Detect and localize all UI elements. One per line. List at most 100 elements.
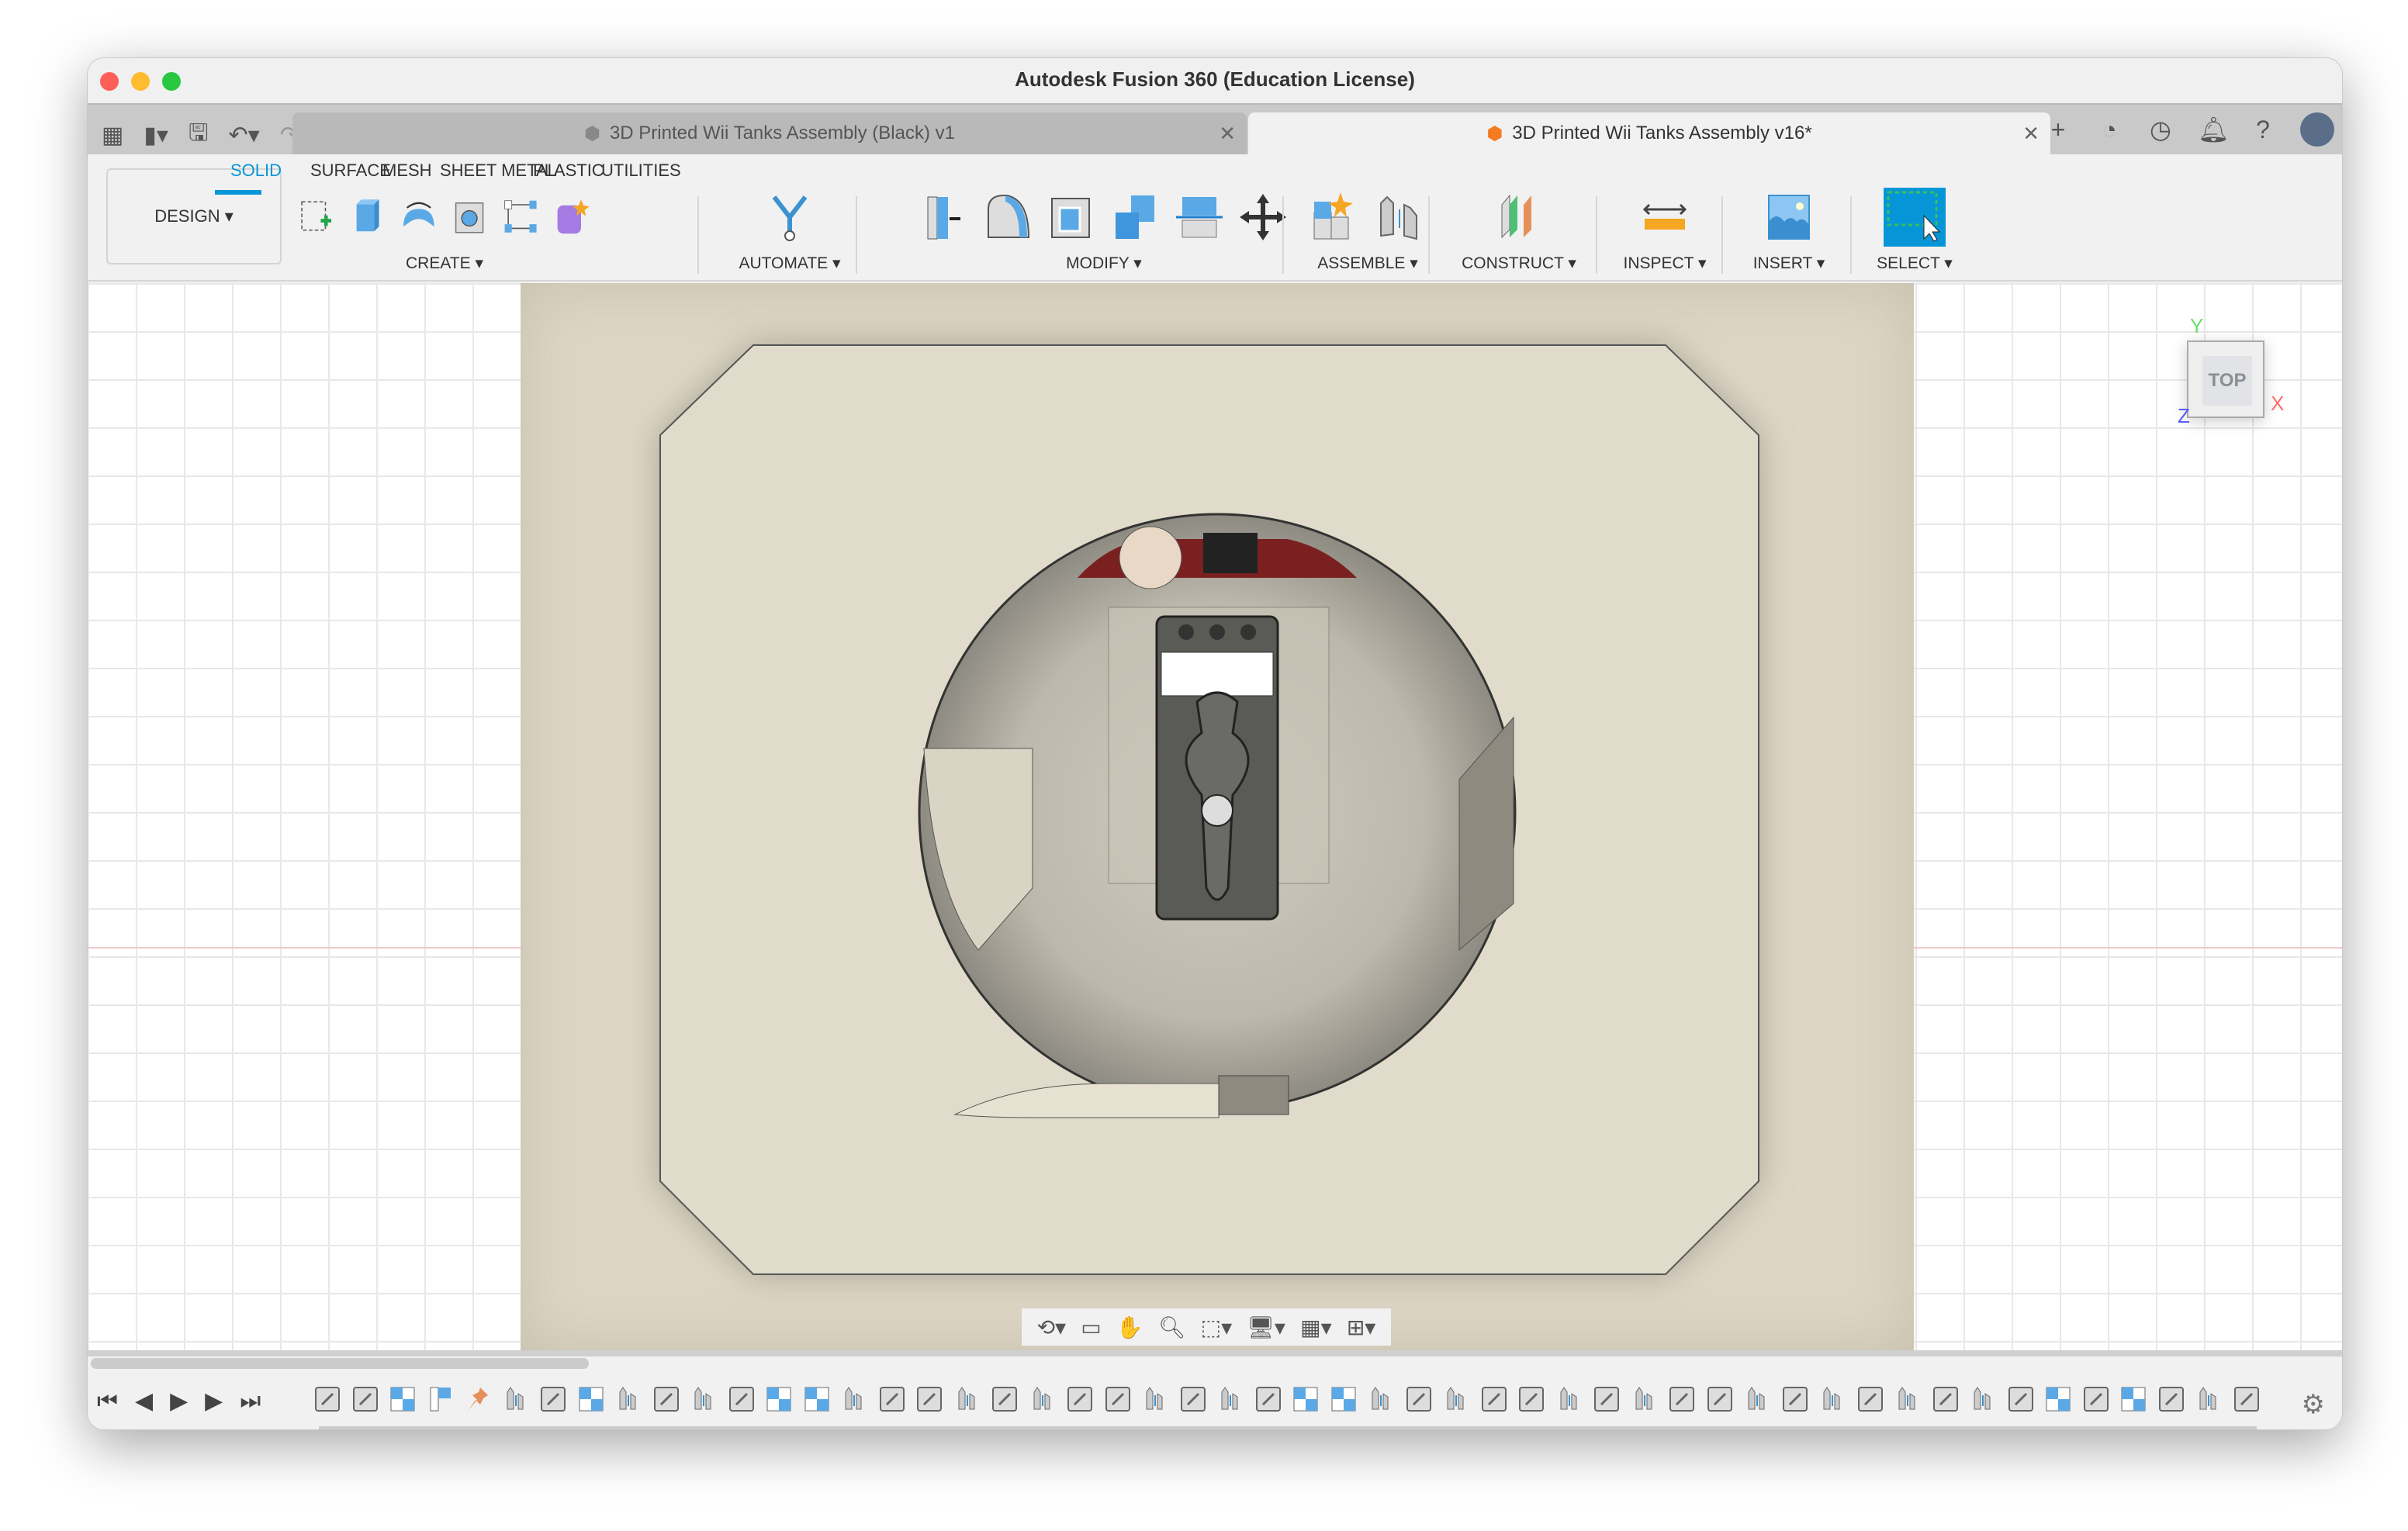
timeline-rigid-group-icon[interactable] bbox=[1329, 1384, 1358, 1414]
insert-menu[interactable]: INSERT ▾ bbox=[1726, 254, 1852, 273]
construct-menu[interactable]: CONSTRUCT ▾ bbox=[1438, 254, 1600, 273]
save-icon[interactable]: 🖫 bbox=[189, 116, 209, 155]
tab-mesh[interactable]: MESH bbox=[382, 161, 432, 181]
job-status-icon[interactable]: ◔ bbox=[2095, 116, 2123, 144]
workspace-switcher[interactable]: DESIGN ▾ bbox=[106, 168, 282, 264]
measure-icon[interactable] bbox=[1638, 191, 1691, 244]
split-body-icon[interactable] bbox=[1173, 191, 1226, 244]
select-menu[interactable]: SELECT ▾ bbox=[1855, 254, 1974, 273]
canvas-viewport[interactable]: TOP Y X Z ⟲▾ ▭ ✋ 🔍︎ ⬚▾ 🖥︎▾ ▦▾ ⊞▾ bbox=[88, 283, 2342, 1350]
extrude-icon[interactable] bbox=[348, 191, 389, 244]
timeline-joint-icon[interactable] bbox=[2157, 1384, 2186, 1414]
timeline-motion-link-icon[interactable] bbox=[501, 1384, 531, 1414]
joint-icon[interactable] bbox=[1373, 191, 1426, 244]
display-settings-icon[interactable]: 🖥︎▾ bbox=[1247, 1315, 1285, 1340]
timeline-motion-link-icon[interactable] bbox=[689, 1384, 718, 1414]
timeline-joint-icon[interactable] bbox=[538, 1384, 568, 1414]
timeline-motion-link-icon[interactable] bbox=[1140, 1384, 1170, 1414]
timeline-joint-icon[interactable] bbox=[1780, 1384, 1810, 1414]
combine-icon[interactable] bbox=[1109, 191, 1162, 244]
timeline-motion-link-icon[interactable] bbox=[1968, 1384, 1998, 1414]
timeline-rigid-group-icon[interactable] bbox=[2043, 1384, 2073, 1414]
timeline-motion-link-icon[interactable] bbox=[1216, 1384, 1245, 1414]
move-copy-icon[interactable] bbox=[1237, 191, 1289, 244]
timeline-rigid-group-icon[interactable] bbox=[764, 1384, 794, 1414]
timeline-motion-link-icon[interactable] bbox=[1028, 1384, 1057, 1414]
timeline-joint-icon[interactable] bbox=[1592, 1384, 1621, 1414]
undo-icon[interactable]: ↶▾ bbox=[229, 122, 260, 149]
timeline-joint-icon[interactable] bbox=[1065, 1384, 1095, 1414]
user-avatar[interactable] bbox=[2300, 112, 2334, 147]
select-icon[interactable] bbox=[1884, 188, 1946, 247]
timeline-pin-icon[interactable] bbox=[463, 1384, 493, 1414]
timeline-scrollbar[interactable] bbox=[91, 1358, 589, 1369]
timeline-joint-icon[interactable] bbox=[877, 1384, 907, 1414]
timeline-as-built-icon[interactable] bbox=[426, 1384, 455, 1414]
automate-menu[interactable]: AUTOMATE ▾ bbox=[701, 254, 879, 273]
timeline-motion-link-icon[interactable] bbox=[1441, 1384, 1471, 1414]
tab-surface[interactable]: SURFACE bbox=[310, 161, 391, 181]
hole-icon[interactable] bbox=[450, 191, 490, 244]
timeline-motion-link-icon[interactable] bbox=[953, 1384, 982, 1414]
timeline-motion-link-icon[interactable] bbox=[1555, 1384, 1584, 1414]
help-icon[interactable]: ? bbox=[2249, 116, 2277, 144]
timeline-motion-link-icon[interactable] bbox=[1366, 1384, 1396, 1414]
fillet-icon[interactable] bbox=[982, 191, 1035, 244]
timeline-joint-icon[interactable] bbox=[1178, 1384, 1208, 1414]
go-to-start-icon[interactable]: ⏮ bbox=[97, 1388, 118, 1415]
orbit-icon[interactable]: ⟲▾ bbox=[1037, 1315, 1067, 1340]
go-to-end-icon[interactable]: ⏭ bbox=[240, 1388, 261, 1415]
play-icon[interactable]: ▶ bbox=[170, 1388, 188, 1415]
document-tab-black-v1[interactable]: ⬢ 3D Printed Wii Tanks Assembly (Black) … bbox=[292, 112, 1247, 154]
document-tab-v16[interactable]: ⬢ 3D Printed Wii Tanks Assembly v16* ✕ bbox=[1248, 112, 2050, 154]
timeline-motion-link-icon[interactable] bbox=[2194, 1384, 2223, 1414]
view-cube[interactable]: TOP bbox=[2187, 340, 2264, 418]
app-grid-icon[interactable]: ▦ bbox=[102, 122, 123, 149]
pan-hand-icon[interactable]: ✋ bbox=[1116, 1315, 1143, 1340]
zoom-icon[interactable]: 🔍︎ bbox=[1158, 1315, 1186, 1340]
look-at-icon[interactable]: ▭ bbox=[1081, 1315, 1101, 1340]
create-menu[interactable]: CREATE ▾ bbox=[297, 254, 592, 273]
create-sketch-icon[interactable] bbox=[297, 191, 337, 244]
file-menu-icon[interactable]: ▮▾ bbox=[144, 122, 168, 149]
tab-utilities[interactable]: UTILITIES bbox=[601, 161, 681, 181]
step-forward-icon[interactable]: ▶ bbox=[205, 1388, 223, 1415]
timeline-joint-icon[interactable] bbox=[652, 1384, 681, 1414]
timeline-joint-icon[interactable] bbox=[2232, 1384, 2261, 1414]
timeline-joint-icon[interactable] bbox=[351, 1384, 380, 1414]
timeline-joint-icon[interactable] bbox=[1856, 1384, 1885, 1414]
timeline-motion-link-icon[interactable] bbox=[1893, 1384, 1922, 1414]
grid-settings-icon[interactable]: ▦▾ bbox=[1300, 1315, 1332, 1340]
create-form-icon[interactable] bbox=[552, 191, 592, 244]
timeline-joint-icon[interactable] bbox=[1931, 1384, 1960, 1414]
timeline-motion-link-icon[interactable] bbox=[614, 1384, 643, 1414]
rectangular-pattern-icon[interactable] bbox=[501, 191, 541, 244]
timeline-rigid-group-icon[interactable] bbox=[802, 1384, 832, 1414]
history-clock-icon[interactable]: ◷ bbox=[2147, 115, 2174, 144]
view-cube-top-face[interactable]: TOP bbox=[2202, 356, 2252, 406]
press-pull-icon[interactable] bbox=[919, 191, 971, 244]
modify-menu[interactable]: MODIFY ▾ bbox=[863, 254, 1344, 273]
offset-plane-icon[interactable] bbox=[1493, 191, 1545, 244]
new-tab-icon[interactable]: + bbox=[2044, 116, 2072, 144]
timeline-joint-icon[interactable] bbox=[2006, 1384, 2036, 1414]
timeline-joint-icon[interactable] bbox=[1479, 1384, 1509, 1414]
timeline-motion-link-icon[interactable] bbox=[1818, 1384, 1847, 1414]
shell-icon[interactable] bbox=[1046, 191, 1098, 244]
step-back-icon[interactable]: ◀ bbox=[135, 1388, 153, 1415]
viewports-icon[interactable]: ⊞▾ bbox=[1347, 1315, 1376, 1340]
timeline-rigid-group-icon[interactable] bbox=[1291, 1384, 1320, 1414]
tab-plastic[interactable]: PLASTIC bbox=[533, 161, 604, 181]
fit-window-icon[interactable]: ⬚▾ bbox=[1201, 1315, 1233, 1340]
timeline-joint-icon[interactable] bbox=[313, 1384, 342, 1414]
revolve-icon[interactable] bbox=[399, 191, 439, 244]
timeline-rigid-group-icon[interactable] bbox=[388, 1384, 417, 1414]
timeline-settings-gear-icon[interactable]: ⚙ bbox=[2302, 1389, 2325, 1420]
timeline-motion-link-icon[interactable] bbox=[1630, 1384, 1659, 1414]
tab-solid[interactable]: SOLID bbox=[230, 161, 282, 181]
assemble-menu[interactable]: ASSEMBLE ▾ bbox=[1290, 254, 1445, 273]
timeline-joint-icon[interactable] bbox=[1705, 1384, 1735, 1414]
automate-icon[interactable] bbox=[763, 191, 816, 244]
timeline-rigid-group-icon[interactable] bbox=[2119, 1384, 2148, 1414]
insert-image-icon[interactable] bbox=[1763, 191, 1815, 244]
